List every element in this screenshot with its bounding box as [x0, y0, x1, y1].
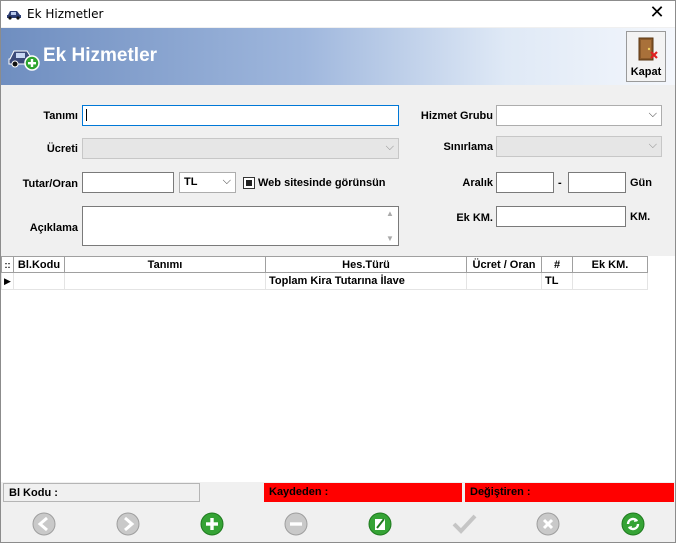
kapat-label: Kapat — [630, 66, 662, 78]
col-ucret-oran[interactable]: Ücret / Oran — [466, 256, 542, 273]
bottom-toolbar — [1, 503, 675, 542]
col-tanimi[interactable]: Tanımı — [64, 256, 266, 273]
header-banner: Ek Hizmetler Kapat — [1, 28, 675, 85]
sinirlama-select[interactable]: ⌵ — [496, 136, 662, 157]
confirm-icon[interactable] — [451, 511, 477, 537]
page-title: Ek Hizmetler — [43, 45, 158, 66]
ek-hizmetler-window: Ek Hizmetler ✕ Ek Hizmetler Kapat Tanımı — [0, 0, 676, 543]
col-currency[interactable]: # — [541, 256, 573, 273]
web-checkbox[interactable] — [243, 177, 255, 189]
scroll-down-icon[interactable]: ▼ — [384, 234, 396, 243]
edit-icon[interactable] — [367, 511, 393, 537]
tanimi-label: Tanımı — [43, 110, 78, 122]
tutar-oran-input[interactable] — [82, 172, 174, 193]
cell-ek-km[interactable] — [572, 272, 648, 290]
ek-km-input[interactable] — [496, 206, 626, 227]
currency-value: TL — [184, 176, 198, 188]
close-window-button[interactable]: ✕ — [647, 4, 667, 24]
status-degistiren: Değiştiren : — [465, 483, 674, 502]
col-ek-km[interactable]: Ek KM. — [572, 256, 648, 273]
aralik-separator: - — [558, 177, 562, 189]
row-selector-header[interactable]: :: — [1, 256, 14, 273]
col-hes-turu[interactable]: Hes.Türü — [265, 256, 467, 273]
chevron-down-icon: ⌵ — [222, 175, 231, 187]
aralik-to-input[interactable] — [568, 172, 626, 193]
remove-icon[interactable] — [283, 511, 309, 537]
title-bar: Ek Hizmetler ✕ — [1, 1, 675, 27]
status-kaydeden: Kaydeden : — [264, 483, 462, 502]
car-icon — [7, 11, 21, 20]
cell-currency[interactable]: TL — [541, 272, 573, 290]
text-cursor — [86, 109, 87, 122]
status-bar: Bl Kodu : Kaydeden : Değiştiren : — [1, 483, 675, 502]
window-title: Ek Hizmetler — [27, 7, 104, 21]
aciklama-textarea[interactable]: ▲ ▼ — [82, 206, 399, 246]
add-icon[interactable] — [199, 511, 225, 537]
hizmet-grubu-label: Hizmet Grubu — [420, 110, 493, 122]
chevron-down-icon: ⌵ — [648, 139, 657, 151]
table-header-row: :: Bl.Kodu Tanımı Hes.Türü Ücret / Oran … — [1, 256, 648, 273]
ek-km-label: Ek KM. — [456, 212, 493, 224]
ucreti-select[interactable]: ⌵ — [82, 138, 399, 159]
forward-icon[interactable] — [115, 511, 141, 537]
ucreti-label: Ücreti — [46, 143, 78, 155]
km-unit-label: KM. — [630, 211, 651, 223]
gun-label: Gün — [630, 177, 652, 189]
services-table: :: Bl.Kodu Tanımı Hes.Türü Ücret / Oran … — [1, 256, 648, 290]
cell-tanimi[interactable] — [64, 272, 266, 290]
cell-ucret-oran[interactable] — [466, 272, 542, 290]
currency-select[interactable]: TL ⌵ — [179, 172, 236, 193]
textarea-scrollbar[interactable]: ▲ ▼ — [384, 209, 396, 243]
hizmet-grubu-select[interactable]: ⌵ — [496, 105, 662, 126]
chevron-down-icon: ⌵ — [385, 141, 394, 153]
col-bl-kodu[interactable]: Bl.Kodu — [13, 256, 65, 273]
status-bl-kodu: Bl Kodu : — [3, 483, 200, 502]
current-row-indicator-icon: ▶ — [1, 272, 14, 290]
chevron-down-icon: ⌵ — [648, 108, 657, 120]
tutar-oran-label: Tutar/Oran — [22, 178, 78, 190]
cell-hes-turu[interactable]: Toplam Kira Tutarına İlave — [265, 272, 467, 290]
aciklama-label: Açıklama — [29, 222, 78, 234]
scroll-up-icon[interactable]: ▲ — [384, 209, 396, 218]
aralik-from-input[interactable] — [496, 172, 554, 193]
door-exit-icon — [638, 37, 658, 61]
car-add-icon — [8, 50, 40, 71]
tanimi-input[interactable] — [82, 105, 399, 126]
web-checkbox-label: Web sitesinde görünsün — [258, 177, 386, 189]
kapat-button[interactable]: Kapat — [626, 31, 666, 82]
cell-bl-kodu[interactable] — [13, 272, 65, 290]
refresh-icon[interactable] — [620, 511, 646, 537]
back-icon[interactable] — [31, 511, 57, 537]
sinirlama-label: Sınırlama — [443, 141, 493, 153]
cancel-icon[interactable] — [535, 511, 561, 537]
form-area: Tanımı Ücreti ⌵ Tutar/Oran TL ⌵ Web site… — [1, 85, 675, 255]
aralik-label: Aralık — [462, 177, 493, 189]
services-grid: :: Bl.Kodu Tanımı Hes.Türü Ücret / Oran … — [1, 256, 675, 482]
table-row[interactable]: ▶ Toplam Kira Tutarına İlave TL — [1, 272, 648, 290]
